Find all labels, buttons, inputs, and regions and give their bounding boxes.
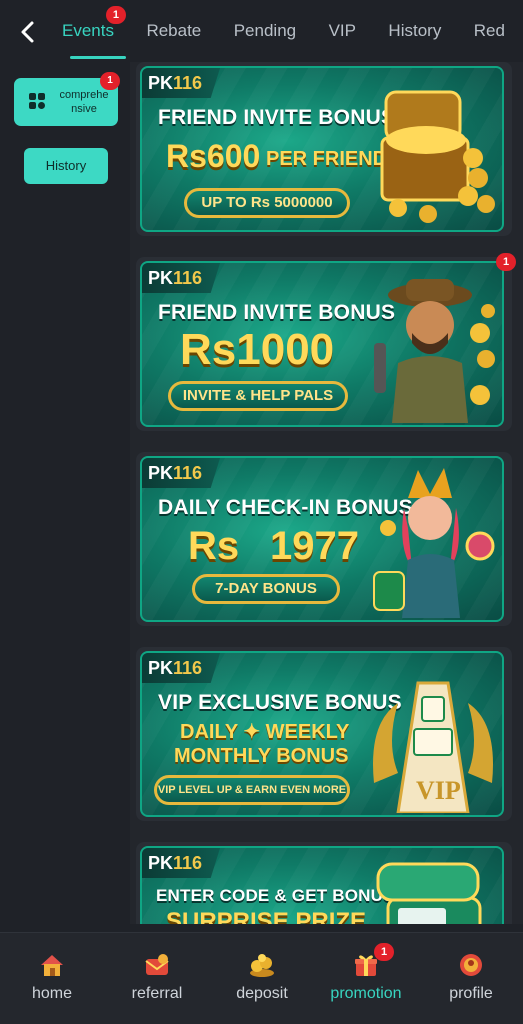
active-tab-indicator xyxy=(70,56,126,59)
promo-card[interactable]: PK116 DAILY CHECK-IN BONUS Rs 1977 7-DAY… xyxy=(136,452,512,626)
coin-pile-icon xyxy=(250,954,274,977)
promo-banner[interactable]: PK116 FRIEND INVITE BONUS Rs1000 INVITE … xyxy=(140,261,504,427)
promo-banner[interactable]: PK116 VIP EXCLUSIVE BONUS DAILY ✦ WEEKLY… xyxy=(140,651,504,817)
category-comprehensive[interactable]: comprehe nsive 1 xyxy=(14,72,120,126)
tab-strip: Events 1 Rebate Pending VIP History Red xyxy=(62,0,523,62)
promo-amount: SURPRISE PRIZE xyxy=(166,908,367,924)
promo-card[interactable]: PK116 FRIEND INVITE BONUS Rs1000 INVITE … xyxy=(136,253,516,431)
category-label: comprehe nsive xyxy=(59,89,109,115)
category-sidebar: comprehe nsive 1 History xyxy=(0,62,128,932)
gift-envelope-icon xyxy=(145,954,169,975)
promo-amount: Rs xyxy=(188,524,240,568)
nav-label: home xyxy=(31,985,73,1002)
promo-title: ENTER CODE & GET BONUS! xyxy=(156,886,401,905)
nav-home[interactable]: home xyxy=(4,951,100,1003)
tab-label: Events xyxy=(62,21,114,40)
house-icon xyxy=(41,955,63,976)
promo-cta[interactable]: UP TO Rs 5000000 xyxy=(184,188,350,218)
promo-card[interactable]: PK116 VIP EXCLUSIVE BONUS DAILY ✦ WEEKLY… xyxy=(136,647,512,821)
tab-history[interactable]: History xyxy=(388,0,441,62)
brand-logo: PK116 xyxy=(142,263,221,293)
back-arrow-icon[interactable] xyxy=(14,18,42,46)
promo-amount: Rs1000 xyxy=(180,325,335,374)
history-button[interactable]: History xyxy=(24,148,108,184)
nav-label: profile xyxy=(449,985,493,1002)
svg-text:VIP: VIP xyxy=(416,776,461,805)
tab-rebate[interactable]: Rebate xyxy=(146,0,201,62)
nav-referral[interactable]: referral xyxy=(109,951,205,1003)
brand-logo: PK116 xyxy=(142,848,221,878)
code-bonus-chest-icon xyxy=(376,862,482,924)
tab-events[interactable]: Events 1 xyxy=(62,0,126,62)
brand-logo: PK116 xyxy=(142,653,221,683)
category-badge: 1 xyxy=(100,72,120,90)
nav-label: deposit xyxy=(236,985,288,1002)
promo-list: PK116 FRIEND INVITE BONUS Rs600 PER FRIE… xyxy=(130,62,523,924)
promo-amount-value: 1977 xyxy=(270,524,359,568)
nav-badge: 1 xyxy=(374,943,394,961)
brand-logo: PK116 xyxy=(142,458,221,488)
promo-title: VIP EXCLUSIVE BONUS xyxy=(158,691,402,714)
nav-profile[interactable]: profile xyxy=(423,951,519,1003)
promo-banner[interactable]: PK116 DAILY CHECK-IN BONUS Rs 1977 7-DAY… xyxy=(140,456,504,622)
jester-character-icon xyxy=(373,468,495,618)
profile-orb-icon xyxy=(460,954,482,976)
promo-badge: 1 xyxy=(496,253,516,271)
treasure-chest-icon xyxy=(380,90,495,223)
vip-mahjong-tower-icon: VIP xyxy=(373,681,493,813)
promo-cta[interactable]: 7-DAY BONUS xyxy=(192,574,340,604)
promo-title: FRIEND INVITE BONUS xyxy=(158,106,396,129)
promo-cta[interactable]: VIP LEVEL UP & EARN EVEN MORE xyxy=(154,775,350,805)
tab-vip[interactable]: VIP xyxy=(329,0,356,62)
nav-promotion[interactable]: promotion 1 xyxy=(318,943,414,1003)
promo-card[interactable]: PK116 FRIEND INVITE BONUS Rs600 PER FRIE… xyxy=(136,62,512,236)
grid-icon xyxy=(29,93,45,109)
tab-red[interactable]: Red xyxy=(474,0,505,62)
promo-title: FRIEND INVITE BONUS xyxy=(158,301,396,324)
promo-cta[interactable]: INVITE & HELP PALS xyxy=(168,381,348,411)
top-bar: Events 1 Rebate Pending VIP History Red xyxy=(0,0,523,62)
tab-badge: 1 xyxy=(105,6,126,24)
promo-card[interactable]: PK116 ENTER CODE & GET BONUS! SURPRISE P… xyxy=(136,842,512,924)
bottom-nav: home referral deposit promotion 1 profil… xyxy=(0,932,523,1024)
promo-banner[interactable]: PK116 FRIEND INVITE BONUS Rs600 PER FRIE… xyxy=(140,66,504,232)
promo-amount: Rs600 xyxy=(166,138,261,174)
nav-label: promotion xyxy=(330,985,402,1002)
nav-label: referral xyxy=(131,985,183,1002)
brand-logo: PK116 xyxy=(142,68,221,98)
tab-pending[interactable]: Pending xyxy=(234,0,296,62)
explorer-character-icon xyxy=(374,279,495,423)
nav-deposit[interactable]: deposit xyxy=(214,951,310,1003)
promo-line: MONTHLY BONUS xyxy=(174,745,349,767)
promo-banner[interactable]: PK116 ENTER CODE & GET BONUS! SURPRISE P… xyxy=(140,846,504,924)
promo-line: DAILY ✦ WEEKLY xyxy=(180,721,350,743)
